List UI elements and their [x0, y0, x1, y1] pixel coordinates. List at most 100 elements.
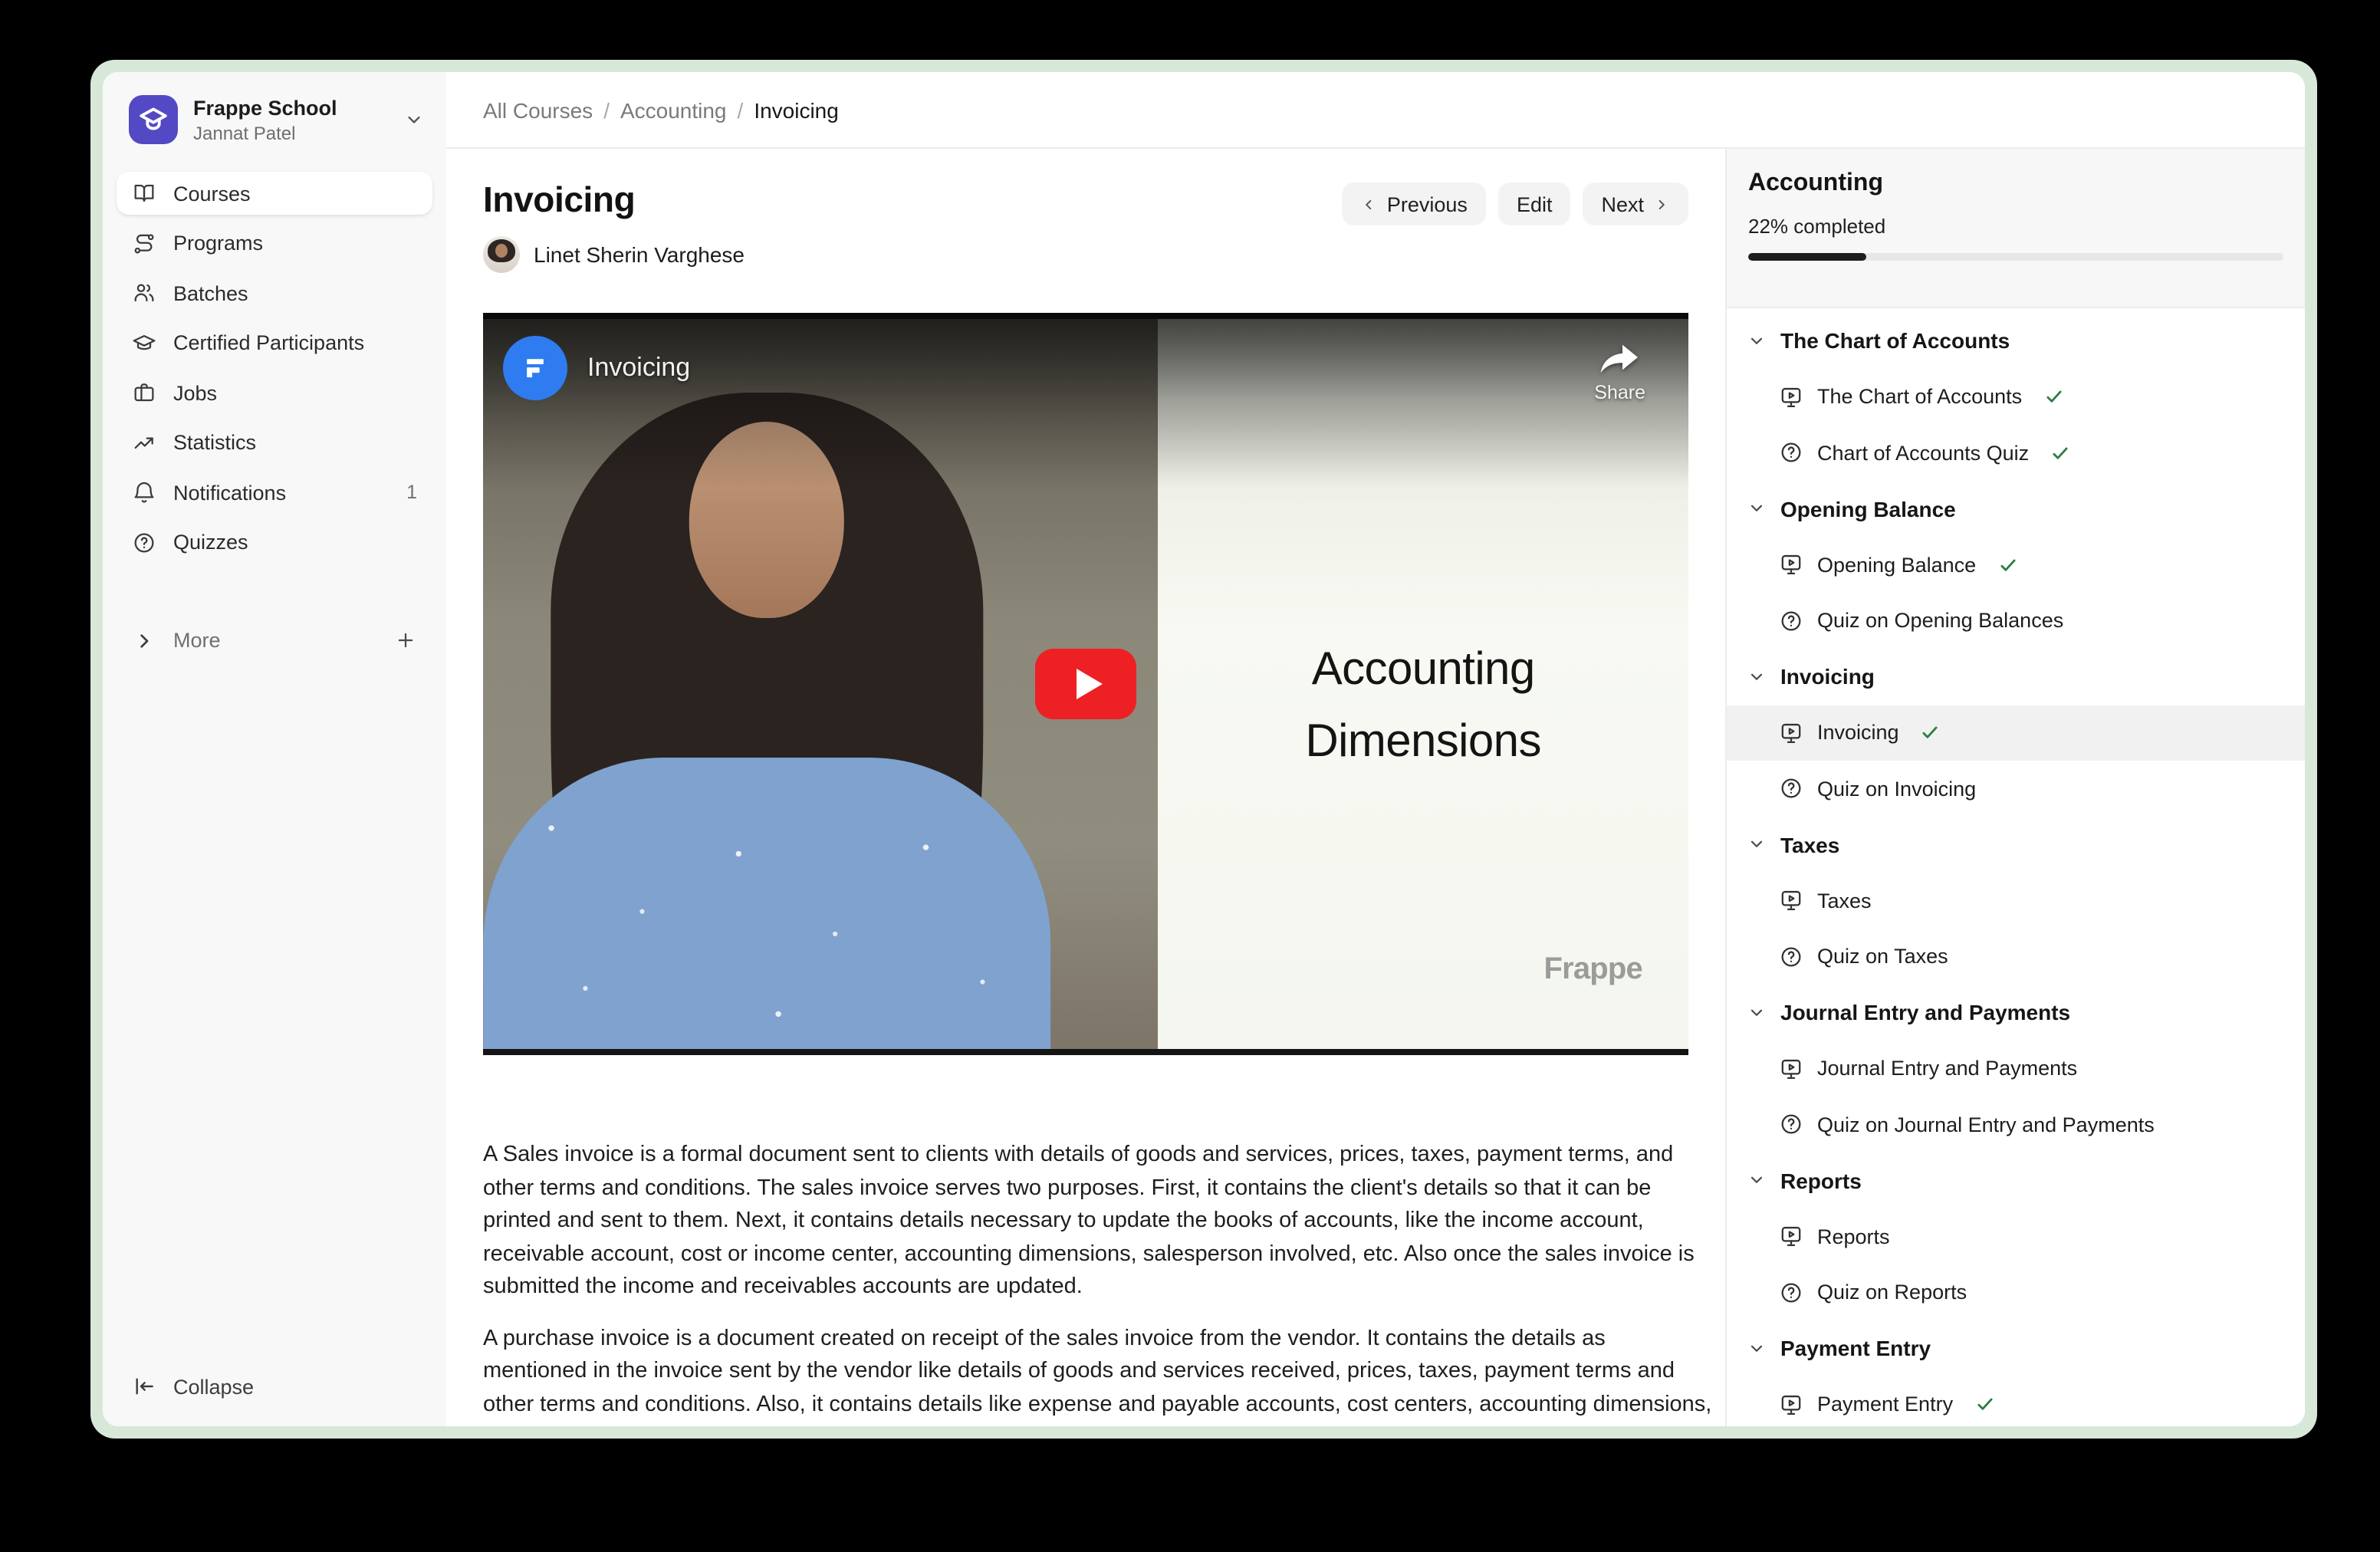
chapter-row-reports[interactable]: Reports [1727, 1152, 2305, 1208]
graduation-cap-icon [132, 330, 156, 355]
breadcrumb-course[interactable]: Accounting [620, 97, 727, 122]
chevron-down-icon [1748, 669, 1765, 686]
frappe-channel-icon[interactable] [503, 336, 567, 400]
school-switcher[interactable]: Frappe School Jannat Patel [103, 72, 446, 144]
sidebar-item-courses[interactable]: Courses [117, 172, 432, 215]
chapter-title: Taxes [1780, 833, 1839, 857]
previous-button[interactable]: Previous [1343, 182, 1486, 225]
graduation-cap-logo-icon [136, 103, 170, 136]
share-icon [1600, 344, 1640, 377]
video-player[interactable]: Accounting Dimensions Frappe [483, 313, 1688, 1055]
lesson-row-journal-entry-and-payments[interactable]: Journal Entry and Payments [1727, 1041, 2305, 1097]
chapter-row-opening-balance[interactable]: Opening Balance [1727, 481, 2305, 537]
notification-count-badge: 1 [406, 482, 417, 503]
lesson-row-opening-balance[interactable]: Opening Balance [1727, 537, 2305, 593]
lesson-actions: Previous Edit Next [1343, 182, 1688, 225]
quiz-question-icon [1779, 609, 1803, 633]
lesson-title: Payment Entry [1817, 1393, 1953, 1416]
lesson-row-quiz-on-opening-balances[interactable]: Quiz on Opening Balances [1727, 593, 2305, 649]
monitor-play-icon [1779, 1057, 1803, 1081]
bell-icon [132, 480, 156, 505]
chapter-row-payment-entry[interactable]: Payment Entry [1727, 1320, 2305, 1376]
frappe-watermark: Frappe [1543, 952, 1642, 988]
right-part: All Courses / Accounting / Invoicing Inv… [446, 72, 2305, 1426]
lesson-main-panel[interactable]: Invoicing Linet Sherin Varghese [446, 149, 1725, 1426]
app-window: Frappe School Jannat Patel Courses Progr… [103, 72, 2305, 1426]
lesson-row-quiz-on-journal-entry-and-payments[interactable]: Quiz on Journal Entry and Payments [1727, 1097, 2305, 1152]
sidebar-item-quizzes[interactable]: Quizzes [117, 521, 432, 564]
sidebar-item-label: Notifications [173, 481, 286, 504]
sidebar-item-certified-participants[interactable]: Certified Participants [117, 321, 432, 364]
lesson-row-payment-entry[interactable]: Payment Entry [1727, 1376, 2305, 1426]
lesson-row-invoicing[interactable]: Invoicing [1727, 705, 2305, 761]
monitor-play-icon [1779, 385, 1803, 409]
chapter-title: Reports [1780, 1169, 1862, 1193]
sidebar: Frappe School Jannat Patel Courses Progr… [103, 72, 446, 1426]
sidebar-item-batches[interactable]: Batches [117, 271, 432, 314]
lesson-title: Quiz on Opening Balances [1817, 610, 2063, 633]
plus-icon[interactable] [394, 629, 417, 652]
collapse-label: Collapse [173, 1375, 254, 1398]
completed-check-icon [2050, 443, 2070, 463]
sidebar-item-label: Batches [173, 281, 248, 304]
chevron-down-icon [1748, 1340, 1765, 1357]
sidebar-item-programs[interactable]: Programs [117, 222, 432, 265]
video-title-row: Invoicing [503, 336, 690, 400]
monitor-play-icon [1779, 553, 1803, 577]
lesson-row-chart-of-accounts-quiz[interactable]: Chart of Accounts Quiz [1727, 425, 2305, 481]
monitor-play-icon [1779, 889, 1803, 913]
slide-panel: Accounting Dimensions Frappe [1158, 319, 1688, 1049]
chevron-right-icon [1653, 196, 1670, 212]
edit-button[interactable]: Edit [1498, 182, 1571, 225]
share-button[interactable]: Share [1594, 344, 1645, 403]
chapter-title: Invoicing [1780, 665, 1875, 689]
chapter-row-taxes[interactable]: Taxes [1727, 817, 2305, 873]
route-icon [132, 231, 156, 255]
chevron-down-icon [1748, 1005, 1765, 1021]
progress-bar [1748, 253, 2283, 260]
lesson-title: Taxes [1817, 889, 1872, 912]
lesson-row-reports[interactable]: Reports [1727, 1208, 2305, 1264]
share-label: Share [1594, 382, 1645, 403]
lesson-title: Invoicing [1817, 722, 1899, 745]
lesson-row-quiz-on-taxes[interactable]: Quiz on Taxes [1727, 929, 2305, 985]
youtube-play-button[interactable] [1035, 649, 1136, 719]
monitor-play-icon [1779, 721, 1803, 745]
monitor-play-icon [1779, 1225, 1803, 1249]
video-title[interactable]: Invoicing [587, 353, 690, 383]
chapter-row-invoicing[interactable]: Invoicing [1727, 649, 2305, 705]
chapter-row-the-chart-of-accounts[interactable]: The Chart of Accounts [1727, 313, 2305, 369]
chevron-right-icon [132, 628, 156, 653]
sidebar-more-section: More [117, 591, 432, 662]
sidebar-item-more[interactable]: More [117, 619, 432, 662]
chapter-row-journal-entry-and-payments[interactable]: Journal Entry and Payments [1727, 985, 2305, 1041]
lesson-row-the-chart-of-accounts[interactable]: The Chart of Accounts [1727, 369, 2305, 425]
lesson-row-taxes[interactable]: Taxes [1727, 873, 2305, 929]
completed-check-icon [1921, 723, 1941, 743]
quiz-question-icon [1779, 1281, 1803, 1305]
chevron-left-icon [1361, 196, 1378, 212]
app-window-frame: Frappe School Jannat Patel Courses Progr… [90, 60, 2317, 1439]
lesson-row-quiz-on-reports[interactable]: Quiz on Reports [1727, 1264, 2305, 1320]
breadcrumb-all-courses[interactable]: All Courses [483, 97, 593, 122]
chevron-down-icon [403, 109, 425, 130]
sidebar-item-notifications[interactable]: Notifications 1 [117, 471, 432, 514]
course-outline-list[interactable]: The Chart of Accounts The Chart of Accou… [1727, 308, 2305, 1426]
page-head: Invoicing Linet Sherin Varghese [483, 179, 1688, 273]
lesson-title: Opening Balance [1817, 554, 1976, 577]
chevron-down-icon [1748, 333, 1765, 350]
quiz-question-icon [1779, 441, 1803, 465]
next-label: Next [1601, 192, 1644, 215]
chapter-title: Opening Balance [1780, 497, 1956, 521]
author-avatar [483, 236, 520, 273]
collapse-sidebar-button[interactable]: Collapse [117, 1365, 432, 1408]
lesson-row-quiz-on-invoicing[interactable]: Quiz on Invoicing [1727, 761, 2305, 817]
completed-check-icon [1974, 1395, 1994, 1415]
author-name: Linet Sherin Varghese [534, 242, 745, 267]
previous-label: Previous [1387, 192, 1468, 215]
next-button[interactable]: Next [1583, 182, 1688, 225]
sidebar-item-jobs[interactable]: Jobs [117, 371, 432, 414]
sidebar-item-statistics[interactable]: Statistics [117, 421, 432, 464]
presenter-blouse [483, 757, 1050, 1049]
chevron-down-icon [1748, 837, 1765, 853]
